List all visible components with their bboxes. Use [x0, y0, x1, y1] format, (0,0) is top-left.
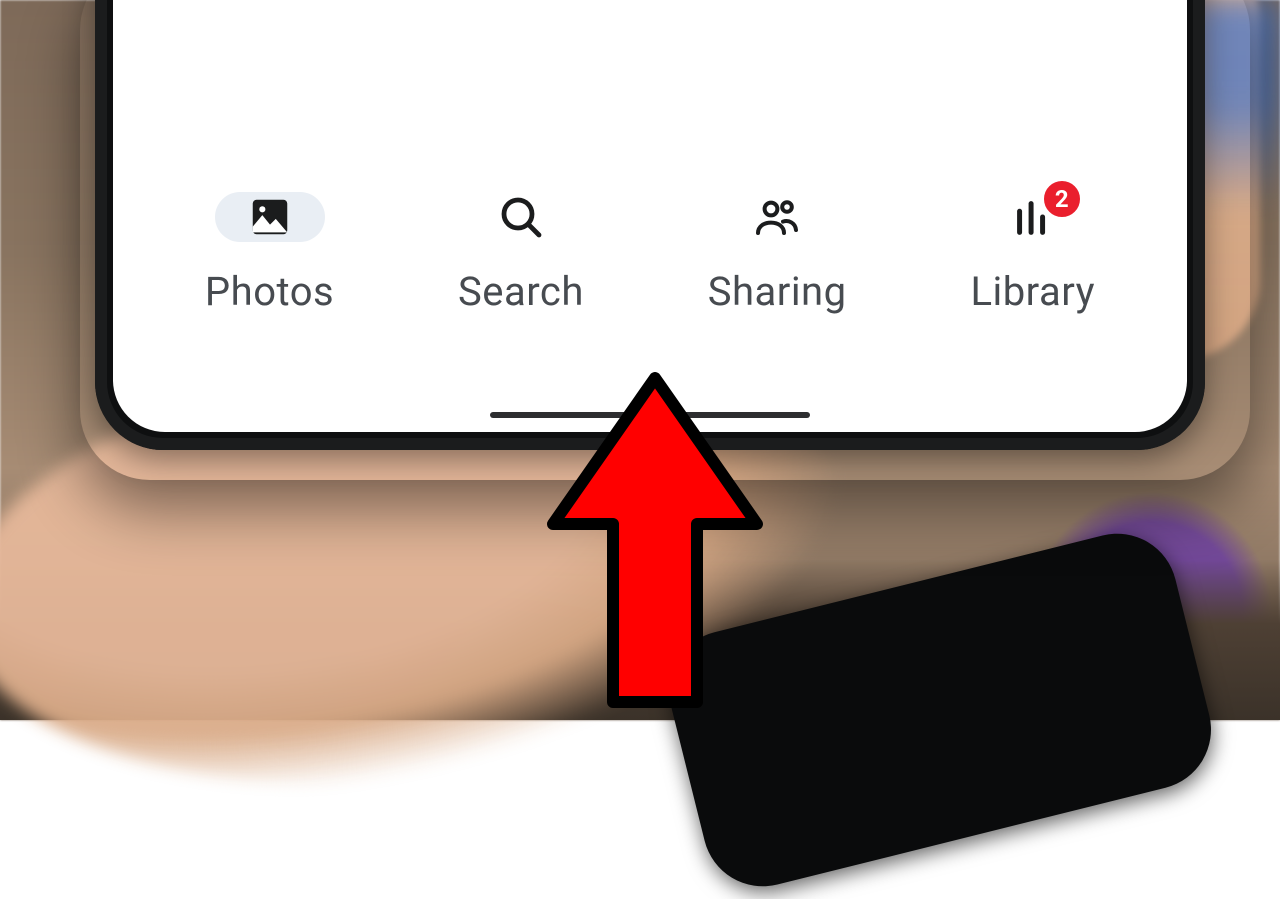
- nav-tab-search[interactable]: Search: [458, 192, 584, 315]
- search-icon: [491, 192, 551, 242]
- nav-tab-sharing[interactable]: Sharing: [708, 192, 847, 315]
- bottom-nav-bar: Photos Search Sharing 2 Library: [113, 162, 1187, 432]
- nav-tab-photos[interactable]: Photos: [205, 192, 334, 315]
- nav-label: Library: [970, 268, 1095, 315]
- phone-screen: Photos Search Sharing 2 Library: [113, 0, 1187, 432]
- photo-icon: [215, 192, 325, 242]
- library-icon: 2: [1003, 192, 1063, 242]
- nav-label: Search: [458, 268, 584, 315]
- notification-badge: 2: [1041, 178, 1083, 220]
- people-icon: [747, 192, 807, 242]
- nav-label: Photos: [205, 268, 334, 315]
- nav-tab-library[interactable]: 2 Library: [970, 192, 1095, 315]
- nav-label: Sharing: [708, 268, 847, 315]
- phone-frame: Photos Search Sharing 2 Library: [95, 0, 1205, 450]
- home-indicator[interactable]: [490, 412, 810, 418]
